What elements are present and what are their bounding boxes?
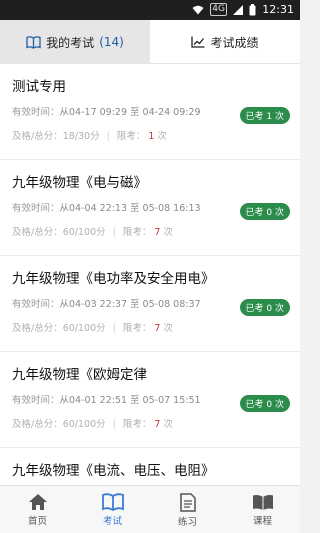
tab-bar: 我的考试 (14) 考试成绩 [0, 20, 300, 64]
exam-score-value: 18/30分 [62, 131, 100, 142]
exam-score-value: 60/100分 [62, 419, 106, 430]
exam-attempts-badge: 已考 0 次 [239, 299, 290, 316]
exam-valid-time-label: 有效时间： [12, 299, 60, 310]
exam-limit-unit: 次 [163, 227, 173, 238]
exam-attempts-badge: 已考 0 次 [239, 395, 290, 412]
exam-valid-time-label: 有效时间： [12, 395, 60, 406]
exam-score-label: 及格/总分： [12, 227, 63, 238]
tab-my-exams[interactable]: 我的考试 (14) [0, 20, 150, 64]
open-book-icon [252, 494, 273, 510]
exam-card[interactable]: 九年级物理《欧姆定律 有效时间：从04-01 22:51 至 05-07 15:… [0, 352, 300, 448]
tab-exam-results-label: 考试成绩 [210, 35, 259, 50]
exam-score-label: 及格/总分： [12, 323, 63, 334]
exam-attempts-badge: 已考 0 次 [239, 203, 290, 220]
exam-card[interactable]: 九年级物理《电与磁》 有效时间：从04-04 22:13 至 05-08 16:… [0, 160, 300, 256]
exam-stats: 及格/总分：60/100分 | 限考： 7 次 [12, 419, 173, 430]
nav-home-label: 首页 [27, 516, 47, 527]
exam-valid-time-value: 从04-17 09:29 至 04-24 09:29 [59, 107, 201, 118]
battery-icon [249, 3, 256, 15]
exam-limit-unit: 次 [163, 419, 173, 430]
exam-limit-value: 7 [154, 419, 161, 430]
exam-valid-time-label: 有效时间： [12, 203, 60, 214]
exam-stats: 及格/总分：18/30分 | 限考： 1 次 [12, 131, 167, 142]
exam-title: 九年级物理《电与磁》 [12, 175, 147, 191]
nav-course-label: 课程 [252, 515, 272, 527]
chart-icon [191, 36, 205, 48]
status-icons: 4G [192, 3, 256, 16]
exam-limit-value: 1 [148, 131, 155, 142]
signal-icon [233, 4, 243, 15]
nav-home[interactable]: 首页 [0, 486, 75, 533]
exam-limit-value: 7 [154, 323, 161, 334]
nav-practice[interactable]: 练习 [150, 486, 225, 533]
exam-card[interactable]: 测试专用 有效时间：从04-17 09:29 至 04-24 09:29 及格/… [0, 64, 300, 160]
exam-list: 测试专用 有效时间：从04-17 09:29 至 04-24 09:29 及格/… [0, 64, 300, 485]
exam-title: 九年级物理《电流、电压、电阻》 [12, 463, 215, 479]
nav-practice-label: 练习 [177, 516, 197, 528]
nav-exam[interactable]: 考试 [75, 486, 150, 533]
nav-course[interactable]: 课程 [225, 486, 300, 533]
home-icon [28, 494, 47, 510]
exam-stats: 及格/总分：60/100分 | 限考： 7 次 [12, 227, 173, 238]
exam-limit-label: 限考： [122, 419, 152, 430]
tab-exam-results[interactable]: 考试成绩 [150, 20, 300, 64]
status-bar: 4G 12:31 [0, 0, 300, 20]
wifi-icon [192, 5, 204, 14]
exam-valid-time-value: 从04-04 22:13 至 05-08 16:13 [59, 203, 201, 214]
exam-title: 九年级物理《电功率及安全用电》 [12, 271, 215, 287]
book-icon [26, 35, 41, 49]
document-icon [179, 492, 196, 512]
exam-valid-time-label: 有效时间： [12, 107, 60, 118]
exam-score-label: 及格/总分： [12, 131, 63, 142]
exam-limit-label: 限考： [116, 131, 146, 142]
sim-badge: 4G [210, 3, 227, 16]
exam-stats: 及格/总分：60/100分 | 限考： 7 次 [12, 323, 173, 334]
tab-my-exams-count: (14) [99, 35, 124, 49]
exam-card[interactable]: 九年级物理《电流、电压、电阻》 [0, 448, 300, 485]
exam-limit-label: 限考： [122, 227, 152, 238]
exam-valid-time-value: 从04-01 22:51 至 05-07 15:51 [59, 395, 201, 406]
exam-limit-value: 7 [154, 227, 161, 238]
tab-my-exams-label: 我的考试 [46, 35, 95, 50]
exam-score-value: 60/100分 [62, 323, 106, 334]
exam-title: 九年级物理《欧姆定律 [12, 367, 147, 383]
nav-exam-label: 考试 [102, 516, 122, 527]
bottom-nav: 首页 考试 练习 课程 [0, 485, 300, 533]
exam-limit-unit: 次 [157, 131, 167, 142]
exam-card[interactable]: 九年级物理《电功率及安全用电》 有效时间：从04-03 22:37 至 05-0… [0, 256, 300, 352]
exam-title: 测试专用 [12, 79, 66, 95]
exam-score-value: 60/100分 [62, 227, 106, 238]
exam-valid-time-value: 从04-03 22:37 至 05-08 08:37 [59, 299, 201, 310]
exam-limit-unit: 次 [163, 323, 173, 334]
exam-limit-label: 限考： [122, 323, 152, 334]
exam-attempts-badge: 已考 1 次 [239, 107, 290, 124]
book-icon [101, 493, 124, 511]
exam-score-label: 及格/总分： [12, 419, 63, 430]
status-time: 12:31 [262, 3, 294, 16]
